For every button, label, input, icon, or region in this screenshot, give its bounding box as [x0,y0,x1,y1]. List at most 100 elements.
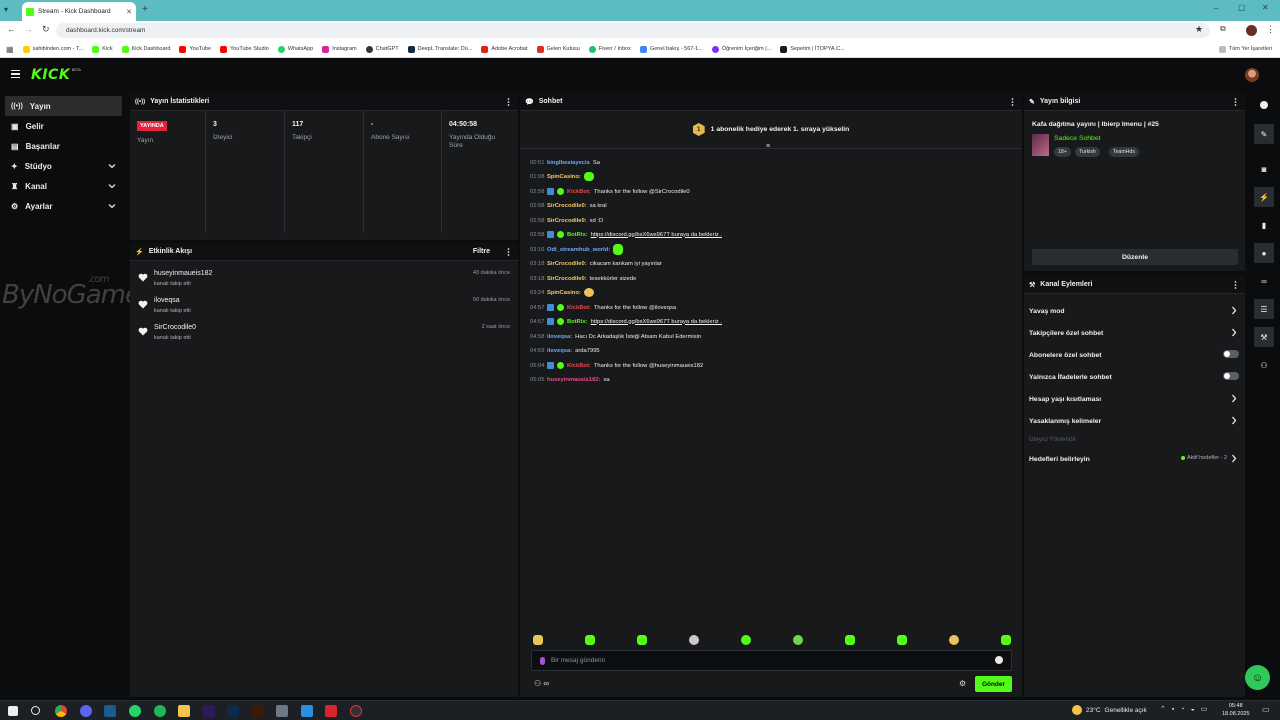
message-user[interactable]: BotRix: [567,232,588,238]
banned-words-row[interactable]: Yasaklanmış kelimeler [1029,410,1239,432]
window-close-icon[interactable]: ✕ [1262,3,1269,12]
illustrator-icon[interactable] [252,705,264,717]
gift-leaderboard-banner[interactable]: 1 1 abonelik hediye ederek 1. sıraya yük… [520,111,1022,149]
more-options-icon[interactable] [1234,280,1237,290]
camera-icon[interactable]: ◙ [1254,159,1274,179]
minimize-icon[interactable]: – [1214,4,1218,13]
link-icon[interactable]: ∞ [1254,271,1274,291]
sidebar-item-yayin[interactable]: ((•)) Yayın [5,96,122,116]
clock[interactable]: 05:48 18.08.2025 [1222,702,1250,718]
bookmark-item[interactable]: Kick Dashboard [121,45,170,53]
bookmark-item[interactable]: YouTube Studio [220,45,269,53]
notifications-icon[interactable]: ▭ [1262,705,1270,714]
users-icon[interactable]: ⚇ [1254,355,1274,375]
emoji-picker-icon[interactable] [995,656,1003,664]
tab-list-icon[interactable]: ▾ [4,5,15,16]
bookmark-item[interactable]: Sepetim | İTOPYA.C... [780,45,845,53]
bookmark-item[interactable]: Instagram [322,45,357,53]
emote-only-toggle[interactable] [1223,372,1239,380]
bookmark-item[interactable]: Fiverr / Inbox [588,45,631,53]
emote-quick-icon[interactable] [637,635,647,645]
subscribers-only-toggle[interactable] [1223,350,1239,358]
search-icon[interactable] [31,706,40,715]
bookmark-item[interactable]: Gelen Kutusu [536,45,580,53]
category-link[interactable]: Sadece Sohbet [1054,135,1100,142]
message-user[interactable]: SirCrocodile0: [547,276,587,282]
message-user[interactable]: SirCrocodile0: [547,203,587,209]
microphone-icon[interactable] [540,656,545,665]
user-avatar[interactable] [1245,68,1259,82]
account-age-row[interactable]: Hesap yaşı kısıtlaması [1029,388,1239,410]
message-user[interactable]: BotRix: [567,319,588,325]
apps-grid-icon[interactable]: ▦ [6,45,14,54]
message-user[interactable]: KickBot: [567,189,591,195]
more-options-icon[interactable] [1234,97,1237,107]
message-user[interactable]: KickBot: [567,305,591,311]
bookmark-item[interactable]: WhatsApp [277,45,313,53]
bookmark-item[interactable]: sahibinden.com - T... [22,45,83,53]
message-user[interactable]: SirCrocodile0: [547,218,587,224]
more-options-icon[interactable] [1011,97,1014,107]
message-text[interactable]: https://discord.gg/bsX6ws967T buraya da … [591,319,722,325]
emote-quick-icon[interactable] [949,635,959,645]
edit-pencil-icon[interactable]: ✎ [1254,124,1274,144]
sidebar-item-ayarlar[interactable]: ⚙ Ayarlar [5,196,122,216]
sidebar-item-gelir[interactable]: ▣ Gelir [5,116,122,136]
chat-icon[interactable]: ● [1254,243,1274,263]
bookmark-star-icon[interactable]: ★ [1195,24,1203,35]
bookmark-item[interactable]: Genel bakış - 567-1... [639,45,703,53]
bookmark-item[interactable]: DeepL Translate: Dü... [407,45,472,53]
lightning-icon[interactable]: ⚡ [1254,187,1274,207]
help-chat-button[interactable]: ☺ [1245,665,1270,690]
filter-button[interactable]: Filtre [473,248,490,255]
folder-icon[interactable] [178,705,190,717]
app-icon[interactable] [276,705,288,717]
maximize-icon[interactable]: ▢ [1238,3,1246,12]
send-button[interactable]: Gönder [975,676,1012,692]
message-user[interactable]: iloveqsa: [547,348,572,354]
all-bookmarks[interactable]: Tüm Yer İşaretleri [1218,45,1272,53]
emote-quick-icon[interactable] [585,635,595,645]
url-input[interactable]: dashboard.kick.com/stream [56,23,1210,38]
emote-quick-icon[interactable] [845,635,855,645]
extensions-icon[interactable]: ⧉ [1220,24,1226,34]
tray-icons[interactable]: ⌃▪◔◒▭ [1160,705,1213,713]
wrench-icon[interactable]: ⚒ [1254,327,1274,347]
discord-icon[interactable] [80,705,92,717]
sidebar-item-basarilar[interactable]: ▤ Başarılar [5,136,122,156]
emote-quick-icon[interactable] [533,635,543,645]
back-icon[interactable]: ← [7,24,16,34]
more-options-icon[interactable] [507,247,510,257]
emote-quick-icon[interactable] [741,635,751,645]
emote-quick-icon[interactable] [793,635,803,645]
acrobat-icon[interactable] [325,705,337,717]
edit-button[interactable]: Düzenle [1032,249,1238,265]
hamburger-menu-icon[interactable] [11,70,20,78]
tab-close-icon[interactable]: ✕ [126,8,132,16]
emote-quick-icon[interactable] [689,635,699,645]
bookmark-item[interactable]: Adobe Acrobat [481,45,528,53]
bookmark-item[interactable]: ChatGPT [365,45,399,53]
message-text[interactable]: https://discord.gg/bsX6ws967T buraya da … [591,232,722,238]
vscode-icon[interactable] [301,705,313,717]
bookmark-item[interactable]: YouTube [179,45,211,53]
info-icon[interactable] [1254,95,1274,115]
emote-quick-icon[interactable] [897,635,907,645]
sidebar-item-studyo[interactable]: ✦ Stüdyo [5,156,122,176]
more-options-icon[interactable] [507,97,510,107]
new-tab-icon[interactable]: + [142,4,148,15]
bookmark-item[interactable]: Öğrenim İçeriğim |... [711,45,771,53]
followers-only-row[interactable]: Takipçilere özel sohbet [1029,322,1239,344]
browser-menu-icon[interactable]: ⋮ [1266,24,1275,35]
weather-widget[interactable]: 23°C Genellikle açık [1072,705,1147,715]
start-icon[interactable] [8,706,18,716]
chat-input[interactable]: Bir mesaj gönderin [531,650,1012,671]
list-icon[interactable]: ☰ [1254,299,1274,319]
emote-quick-icon[interactable] [1001,635,1011,645]
spotify-icon[interactable] [154,705,166,717]
premiere-icon[interactable] [203,705,215,717]
message-user[interactable]: kingIbesiayecis [547,160,590,166]
message-user[interactable]: Odi_streamhub_world: [547,247,610,253]
chat-gear-icon[interactable]: ⚙ [959,679,966,688]
reload-icon[interactable]: ↻ [42,24,50,35]
